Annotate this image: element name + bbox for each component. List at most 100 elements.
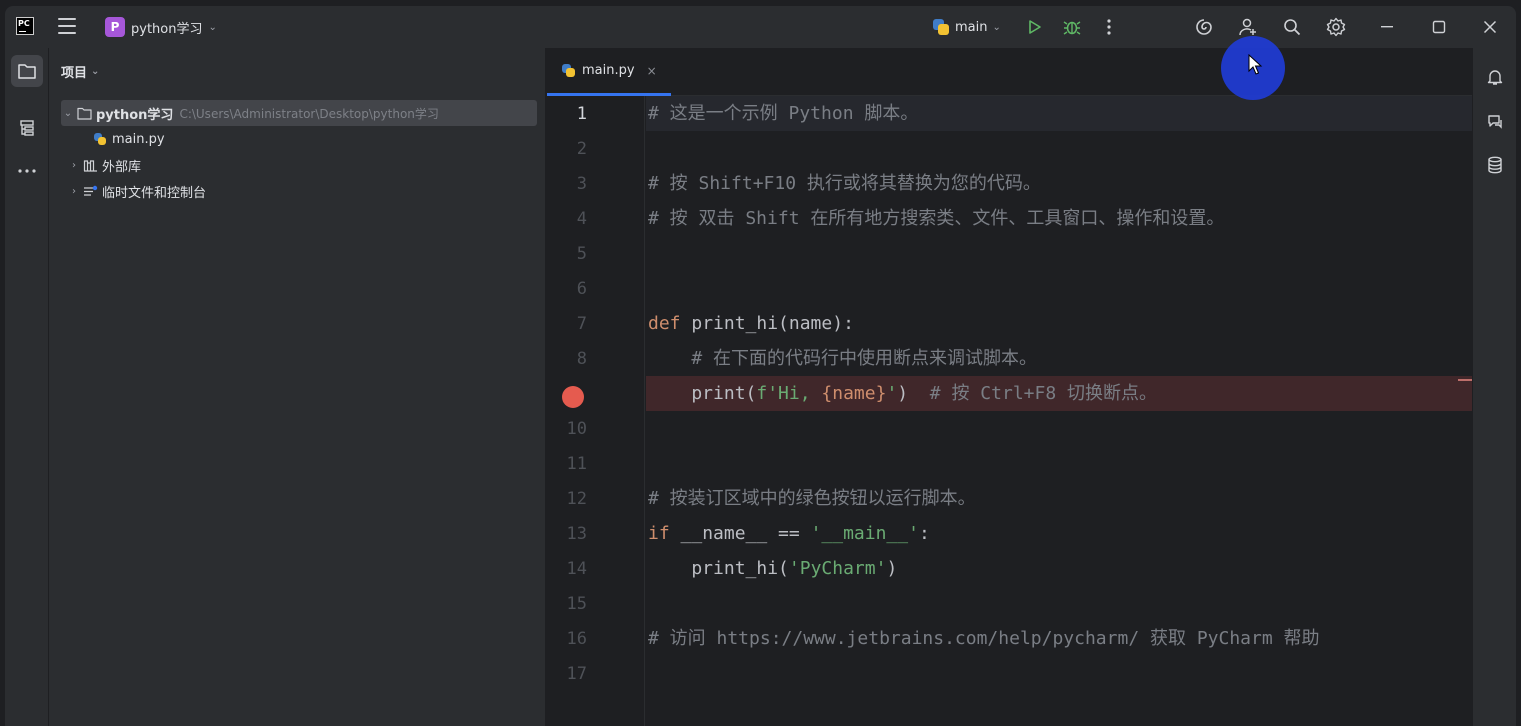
python-file-icon bbox=[91, 131, 109, 147]
ide-window: PC P python学习 ⌄ main ⌄ 项目 ⌄ ⌄ python学习 C… bbox=[5, 6, 1516, 726]
code-text: print_hi(name): bbox=[680, 313, 854, 334]
mouse-pointer-icon bbox=[1248, 54, 1263, 75]
code-line[interactable]: # 这是一个示例 Python 脚本。 bbox=[646, 96, 1472, 131]
code-comment: # 在下面的代码行中使用断点来调试脚本。 bbox=[648, 348, 1038, 369]
search-icon[interactable] bbox=[1279, 14, 1305, 40]
code-line[interactable]: # 访问 https://www.jetbrains.com/help/pych… bbox=[646, 621, 1472, 656]
title-bar: PC P python学习 ⌄ main ⌄ bbox=[5, 6, 1516, 48]
code-line[interactable]: def print_hi(name): bbox=[646, 306, 1472, 341]
ai-chat-icon[interactable] bbox=[1482, 109, 1508, 135]
structure-icon[interactable] bbox=[11, 112, 43, 144]
scratch-icon bbox=[81, 183, 99, 199]
run-config-name: main bbox=[955, 19, 988, 35]
code-text: : bbox=[918, 523, 930, 544]
editor-tabs: main.py × bbox=[547, 48, 1472, 96]
code-comment: # 访问 https://www.jetbrains.com/help/pych… bbox=[648, 628, 1320, 649]
line-number: 10 bbox=[566, 419, 587, 439]
project-switcher[interactable]: P python学习 ⌄ bbox=[105, 16, 217, 38]
line-number: 15 bbox=[566, 594, 587, 614]
code-text: ) bbox=[897, 383, 930, 404]
settings-icon[interactable] bbox=[1323, 14, 1349, 40]
code-comment: # 按 Shift+F10 执行或将其替换为您的代码。 bbox=[648, 173, 1041, 194]
code-string: ' bbox=[886, 383, 898, 404]
tree-item-label: python学习 bbox=[96, 107, 174, 123]
project-badge: P bbox=[105, 17, 125, 37]
editor-area: main.py × 1 2 3 4 5 6 7 8 10 11 12 13 14… bbox=[547, 48, 1472, 726]
code-text: print( bbox=[648, 383, 757, 404]
project-tree: ⌄ python学习 C:\Users\Administrator\Deskto… bbox=[49, 100, 545, 204]
code-interpolation: {name} bbox=[821, 383, 887, 404]
tree-item-label: 临时文件和控制台 bbox=[102, 185, 207, 201]
code-text: __name__ == bbox=[669, 523, 811, 544]
code-line[interactable]: if __name__ == '__main__': bbox=[646, 516, 1472, 551]
chevron-down-icon: ⌄ bbox=[208, 21, 217, 33]
project-view-selector[interactable]: 项目 ⌄ bbox=[61, 62, 99, 81]
tree-item-external-libraries[interactable]: › 外部库 bbox=[49, 152, 545, 178]
code-line[interactable]: # 按 Shift+F10 执行或将其替换为您的代码。 bbox=[646, 166, 1472, 201]
project-tool-window: 项目 ⌄ ⌄ python学习 C:\Users\Administrator\D… bbox=[49, 48, 546, 726]
run-config-selector[interactable]: main ⌄ bbox=[932, 16, 1001, 38]
close-icon[interactable] bbox=[1477, 14, 1503, 40]
error-stripe-marker[interactable] bbox=[1458, 379, 1472, 381]
line-number: 3 bbox=[576, 174, 587, 194]
debug-icon[interactable] bbox=[1059, 14, 1085, 40]
tree-item-scratches[interactable]: › 临时文件和控制台 bbox=[49, 178, 545, 204]
close-tab-icon[interactable]: × bbox=[647, 64, 657, 78]
hamburger-menu-icon[interactable] bbox=[58, 18, 76, 34]
breakpoint-icon[interactable] bbox=[562, 386, 584, 408]
code-keyword: if bbox=[648, 523, 670, 544]
code-text: print_hi( bbox=[648, 558, 789, 579]
line-number: 16 bbox=[566, 629, 587, 649]
more-icon[interactable] bbox=[1096, 14, 1122, 40]
right-tool-strip bbox=[1472, 48, 1516, 726]
code-line[interactable]: # 按装订区域中的绿色按钮以运行脚本。 bbox=[646, 481, 1472, 516]
line-number: 7 bbox=[576, 314, 587, 334]
code-line[interactable]: # 在下面的代码行中使用断点来调试脚本。 bbox=[646, 341, 1472, 376]
line-number: 1 bbox=[576, 104, 587, 124]
python-file-icon bbox=[561, 63, 576, 78]
line-number: 17 bbox=[566, 664, 587, 684]
tab-main-py[interactable]: main.py × bbox=[547, 48, 671, 96]
minimize-icon[interactable] bbox=[1374, 14, 1400, 40]
line-number: 8 bbox=[576, 349, 587, 369]
maximize-icon[interactable] bbox=[1426, 14, 1452, 40]
code-line-breakpoint[interactable]: print(f'Hi, {name}') # 按 Ctrl+F8 切换断点。 bbox=[646, 376, 1472, 411]
code-comment: # 按装订区域中的绿色按钮以运行脚本。 bbox=[648, 488, 976, 509]
run-icon[interactable] bbox=[1022, 14, 1048, 40]
tree-item-project-root[interactable]: ⌄ python学习 C:\Users\Administrator\Deskto… bbox=[61, 100, 537, 126]
chevron-down-icon: ⌄ bbox=[91, 66, 100, 77]
library-icon bbox=[81, 157, 99, 173]
chevron-right-icon[interactable]: › bbox=[67, 186, 81, 197]
code-comment: # 按 Ctrl+F8 切换断点。 bbox=[929, 383, 1158, 404]
more-tools-icon[interactable] bbox=[11, 155, 43, 187]
project-name: python学习 bbox=[131, 21, 203, 37]
tree-item-main-py[interactable]: main.py bbox=[49, 126, 545, 152]
python-icon bbox=[932, 18, 950, 36]
code-string: 'PyCharm' bbox=[788, 558, 887, 579]
pycharm-logo-icon[interactable]: PC bbox=[16, 17, 34, 35]
code-line[interactable]: # 按 双击 Shift 在所有地方搜索类、文件、工具窗口、操作和设置。 bbox=[646, 201, 1472, 236]
code-editor[interactable]: # 这是一个示例 Python 脚本。 # 按 Shift+F10 执行或将其替… bbox=[646, 96, 1472, 726]
line-number: 4 bbox=[576, 209, 587, 229]
project-tool-folder-icon[interactable] bbox=[11, 55, 43, 87]
code-comment: # 这是一个示例 Python 脚本。 bbox=[648, 103, 919, 124]
chevron-down-icon[interactable]: ⌄ bbox=[61, 108, 75, 119]
chevron-right-icon[interactable]: › bbox=[67, 160, 81, 171]
line-number: 14 bbox=[566, 559, 587, 579]
project-pane-title: 项目 bbox=[61, 66, 88, 81]
chevron-down-icon: ⌄ bbox=[992, 21, 1001, 33]
line-number: 2 bbox=[576, 139, 587, 159]
folder-icon bbox=[75, 105, 93, 121]
code-comment: # 按 双击 Shift 在所有地方搜索类、文件、工具窗口、操作和设置。 bbox=[648, 208, 1225, 229]
tree-item-path: C:\Users\Administrator\Desktop\python学习 bbox=[179, 106, 439, 121]
ai-assistant-icon[interactable] bbox=[1191, 14, 1217, 40]
notifications-bell-icon[interactable] bbox=[1482, 64, 1508, 90]
tree-item-label: main.py bbox=[112, 131, 165, 147]
editor-gutter[interactable]: 1 2 3 4 5 6 7 8 10 11 12 13 14 15 16 17 bbox=[547, 96, 645, 726]
code-line[interactable]: print_hi('PyCharm') bbox=[646, 551, 1472, 586]
tree-item-label: 外部库 bbox=[102, 159, 142, 175]
database-icon[interactable] bbox=[1482, 152, 1508, 178]
code-keyword: def bbox=[648, 313, 681, 334]
tab-label: main.py bbox=[582, 63, 635, 78]
line-number: 12 bbox=[566, 489, 587, 509]
